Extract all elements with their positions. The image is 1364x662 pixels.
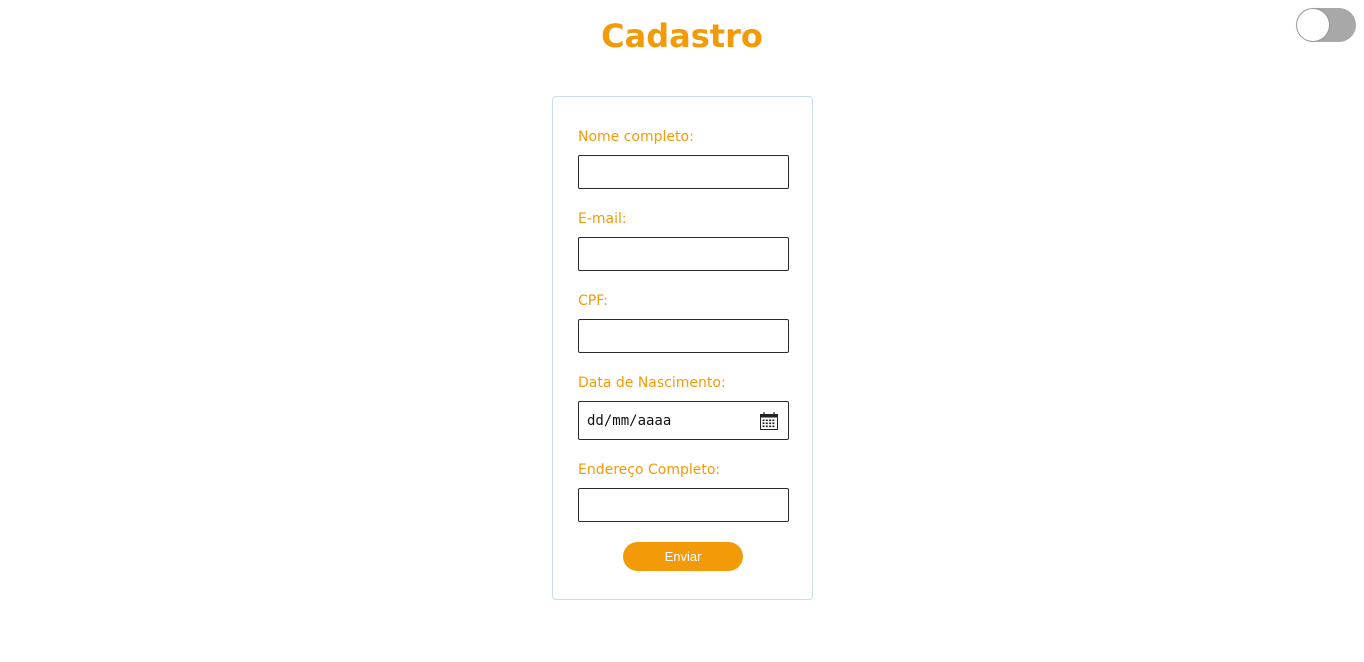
theme-toggle[interactable] bbox=[1296, 8, 1356, 42]
toggle-knob bbox=[1297, 9, 1329, 41]
calendar-icon[interactable] bbox=[759, 411, 779, 431]
cpf-label: CPF: bbox=[578, 293, 608, 309]
birth-date-label: Data de Nascimento: bbox=[578, 375, 726, 391]
address-label: Endereço Completo: bbox=[578, 462, 721, 478]
page: Cadastro Nome completo: E-mail: CPF: Dat… bbox=[0, 0, 1364, 662]
birth-date-placeholder: dd/mm/aaaa bbox=[587, 413, 672, 429]
cpf-input[interactable] bbox=[578, 319, 789, 353]
page-title: Cadastro bbox=[601, 17, 763, 55]
submit-button[interactable]: Enviar bbox=[623, 542, 743, 571]
full-name-input[interactable] bbox=[578, 155, 789, 189]
birth-date-input[interactable]: dd/mm/aaaa bbox=[578, 401, 789, 440]
email-input[interactable] bbox=[578, 237, 789, 271]
email-label: E-mail: bbox=[578, 211, 627, 227]
address-input[interactable] bbox=[578, 488, 789, 522]
full-name-label: Nome completo: bbox=[578, 129, 694, 145]
registration-form: Nome completo: E-mail: CPF: Data de Nasc… bbox=[552, 96, 813, 600]
